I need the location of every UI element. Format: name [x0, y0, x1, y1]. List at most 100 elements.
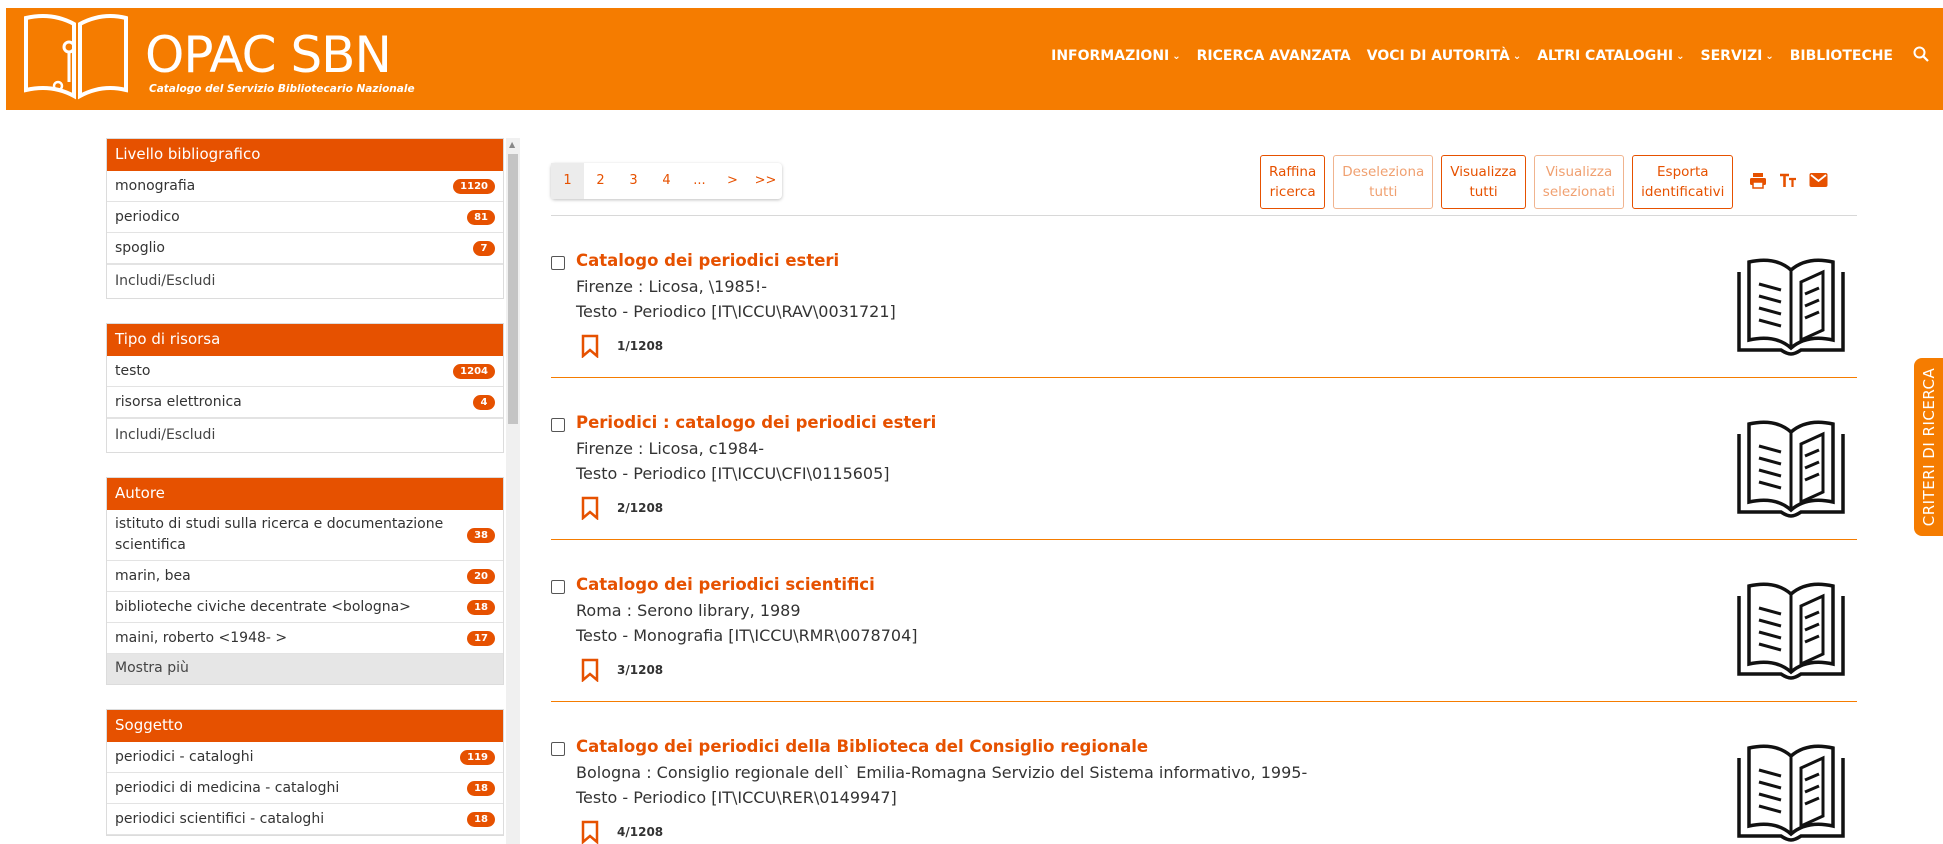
result-publication: Firenze : Licosa, c1984- [576, 439, 765, 458]
select-checkbox[interactable] [551, 418, 565, 432]
facet-item[interactable]: monografia 1120 [107, 171, 503, 202]
result-publication: Roma : Serono library, 1989 [576, 601, 801, 620]
count-badge: 38 [467, 527, 495, 543]
results-list: Catalogo dei periodici esteri Firenze : … [551, 215, 1857, 844]
logo[interactable]: OPAC SBN Catalogo del Servizio Bibliotec… [22, 12, 415, 100]
facet-soggetto: Soggetto periodici - cataloghi 119 period… [106, 709, 504, 836]
scrollbar-thumb[interactable] [508, 154, 518, 424]
select-checkbox[interactable] [551, 256, 565, 270]
count-badge: 1120 [453, 178, 495, 194]
facet-item[interactable]: periodici - cataloghi 119 [107, 742, 503, 773]
toolbar-icons [1749, 172, 1828, 194]
refine-search-button[interactable]: Raffina ricerca [1260, 155, 1326, 209]
result-title-link[interactable]: Periodici : catalogo dei periodici ester… [576, 413, 936, 432]
result-item: Periodici : catalogo dei periodici ester… [551, 378, 1857, 540]
facet-item[interactable]: periodico 81 [107, 202, 503, 233]
nav-voci-di-autorita[interactable]: VOCI DI AUTORITÀ ⌄ [1367, 48, 1521, 64]
facet-item[interactable]: marin, bea 20 [107, 561, 503, 592]
count-badge: 18 [467, 599, 495, 615]
result-position: 2/1208 [617, 501, 664, 515]
result-item: Catalogo dei periodici scientifici Roma … [551, 540, 1857, 702]
pagination: 1 2 3 4 ... > >> [551, 163, 782, 199]
page-2[interactable]: 2 [584, 163, 617, 199]
bookmark-icon[interactable] [581, 334, 599, 358]
bookmark-icon[interactable] [581, 496, 599, 520]
email-icon[interactable] [1809, 172, 1828, 194]
result-title-link[interactable]: Catalogo dei periodici scientifici [576, 575, 875, 594]
search-criteria-label: CRITERI DI RICERCA [1919, 367, 1938, 527]
facet-item[interactable]: maini, roberto <1948- >17 [107, 623, 503, 654]
result-type: Testo - Periodico [IT\ICCU\RAV\0031721] [576, 302, 896, 321]
page-3[interactable]: 3 [617, 163, 650, 199]
count-badge: 7 [473, 240, 495, 256]
result-type: Testo - Monografia [IT\ICCU\RMR\0078704] [576, 626, 918, 645]
facet-title: Soggetto [107, 710, 503, 742]
facet-item[interactable]: biblioteche civiche decentrate <bologna>… [107, 592, 503, 623]
nav-biblioteche[interactable]: BIBLIOTECHE [1790, 48, 1893, 64]
count-badge: 18 [467, 811, 495, 827]
print-icon[interactable] [1749, 172, 1767, 194]
result-title-link[interactable]: Catalogo dei periodici esteri [576, 251, 839, 270]
count-badge: 119 [460, 749, 495, 765]
include-exclude-link[interactable]: Includi/Escludi [107, 418, 503, 452]
facet-livello-bibliografico: Livello bibliografico monografia 1120 per… [106, 138, 504, 299]
result-title-link[interactable]: Catalogo dei periodici della Biblioteca … [576, 737, 1148, 756]
select-checkbox[interactable] [551, 742, 565, 756]
chevron-down-icon: ⌄ [1512, 50, 1522, 62]
results-toolbar: Raffina ricerca Deseleziona tutti Visualiz… [1260, 155, 1828, 209]
open-book-icon [1737, 744, 1845, 842]
export-identifiers-button[interactable]: Esporta identificativi [1632, 155, 1734, 209]
scroll-up-arrow-icon[interactable]: ▲ [509, 140, 515, 149]
nav-ricerca-avanzata[interactable]: RICERCA AVANZATA [1197, 48, 1351, 64]
open-book-icon [1737, 420, 1845, 518]
show-selected-button[interactable]: Visualizza selezionati [1533, 155, 1625, 209]
site-subtitle: Catalogo del Servizio Bibliotecario Nazi… [149, 83, 415, 95]
result-item: Catalogo dei periodici esteri Firenze : … [551, 216, 1857, 378]
nav-servizi[interactable]: SERVIZI ⌄ [1701, 48, 1774, 64]
facet-item[interactable]: periodici di medicina - cataloghi 18 [107, 773, 503, 804]
bookmark-icon[interactable] [581, 820, 599, 844]
facet-item[interactable]: istituto di studi sulla ricerca e docume… [107, 510, 503, 561]
facet-item[interactable]: periodici scientifici - cataloghi 18 [107, 804, 503, 835]
open-book-logo-icon [24, 14, 128, 100]
result-position: 4/1208 [617, 825, 664, 839]
nav-informazioni[interactable]: INFORMAZIONI ⌄ [1051, 48, 1181, 64]
count-badge: 1204 [453, 363, 495, 379]
page-last[interactable]: >> [749, 163, 782, 199]
sidebar-scrollbar[interactable]: ▲ [506, 138, 520, 844]
nav-altri-cataloghi[interactable]: ALTRI CATALOGHI ⌄ [1537, 48, 1684, 64]
search-criteria-tab[interactable]: CRITERI DI RICERCA [1914, 358, 1943, 536]
result-item: Catalogo dei periodici della Biblioteca … [551, 702, 1857, 844]
site-header: OPAC SBN Catalogo del Servizio Bibliotec… [6, 8, 1943, 110]
page-4[interactable]: 4 [650, 163, 683, 199]
include-exclude-link[interactable]: Includi/Escludi [107, 264, 503, 298]
chevron-down-icon: ⌄ [1765, 50, 1774, 62]
open-book-icon [1737, 582, 1845, 680]
count-badge: 4 [473, 394, 495, 410]
show-all-button[interactable]: Visualizza tutti [1441, 155, 1526, 209]
search-icon[interactable] [1913, 46, 1929, 66]
deselect-all-button[interactable]: Deseleziona tutti [1333, 155, 1434, 209]
count-badge: 17 [467, 630, 495, 646]
facet-item[interactable]: testo 1204 [107, 356, 503, 387]
show-more-link[interactable]: Mostra più [107, 654, 503, 684]
count-badge: 20 [467, 568, 495, 584]
result-type: Testo - Periodico [IT\ICCU\CFI\0115605] [576, 464, 890, 483]
font-size-icon[interactable] [1779, 172, 1797, 194]
main-nav: INFORMAZIONI ⌄ RICERCA AVANZATA VOCI DI A… [1051, 46, 1929, 66]
facet-item[interactable]: risorsa elettronica 4 [107, 387, 503, 418]
page-1[interactable]: 1 [551, 163, 584, 199]
select-checkbox[interactable] [551, 580, 565, 594]
page-ellipsis[interactable]: ... [683, 163, 716, 199]
facet-item[interactable]: spoglio 7 [107, 233, 503, 264]
facet-title: Livello bibliografico [107, 139, 503, 171]
facet-sidebar: Livello bibliografico monografia 1120 per… [106, 138, 504, 844]
page-next[interactable]: > [716, 163, 749, 199]
result-position: 1/1208 [617, 339, 664, 353]
chevron-down-icon: ⌄ [1172, 50, 1181, 62]
facet-title: Autore [107, 478, 503, 510]
bookmark-icon[interactable] [581, 658, 599, 682]
facet-autore: Autore istituto di studi sulla ricerca e… [106, 477, 504, 685]
chevron-down-icon: ⌄ [1676, 50, 1685, 62]
result-publication: Bologna : Consiglio regionale dell` Emil… [576, 763, 1308, 782]
